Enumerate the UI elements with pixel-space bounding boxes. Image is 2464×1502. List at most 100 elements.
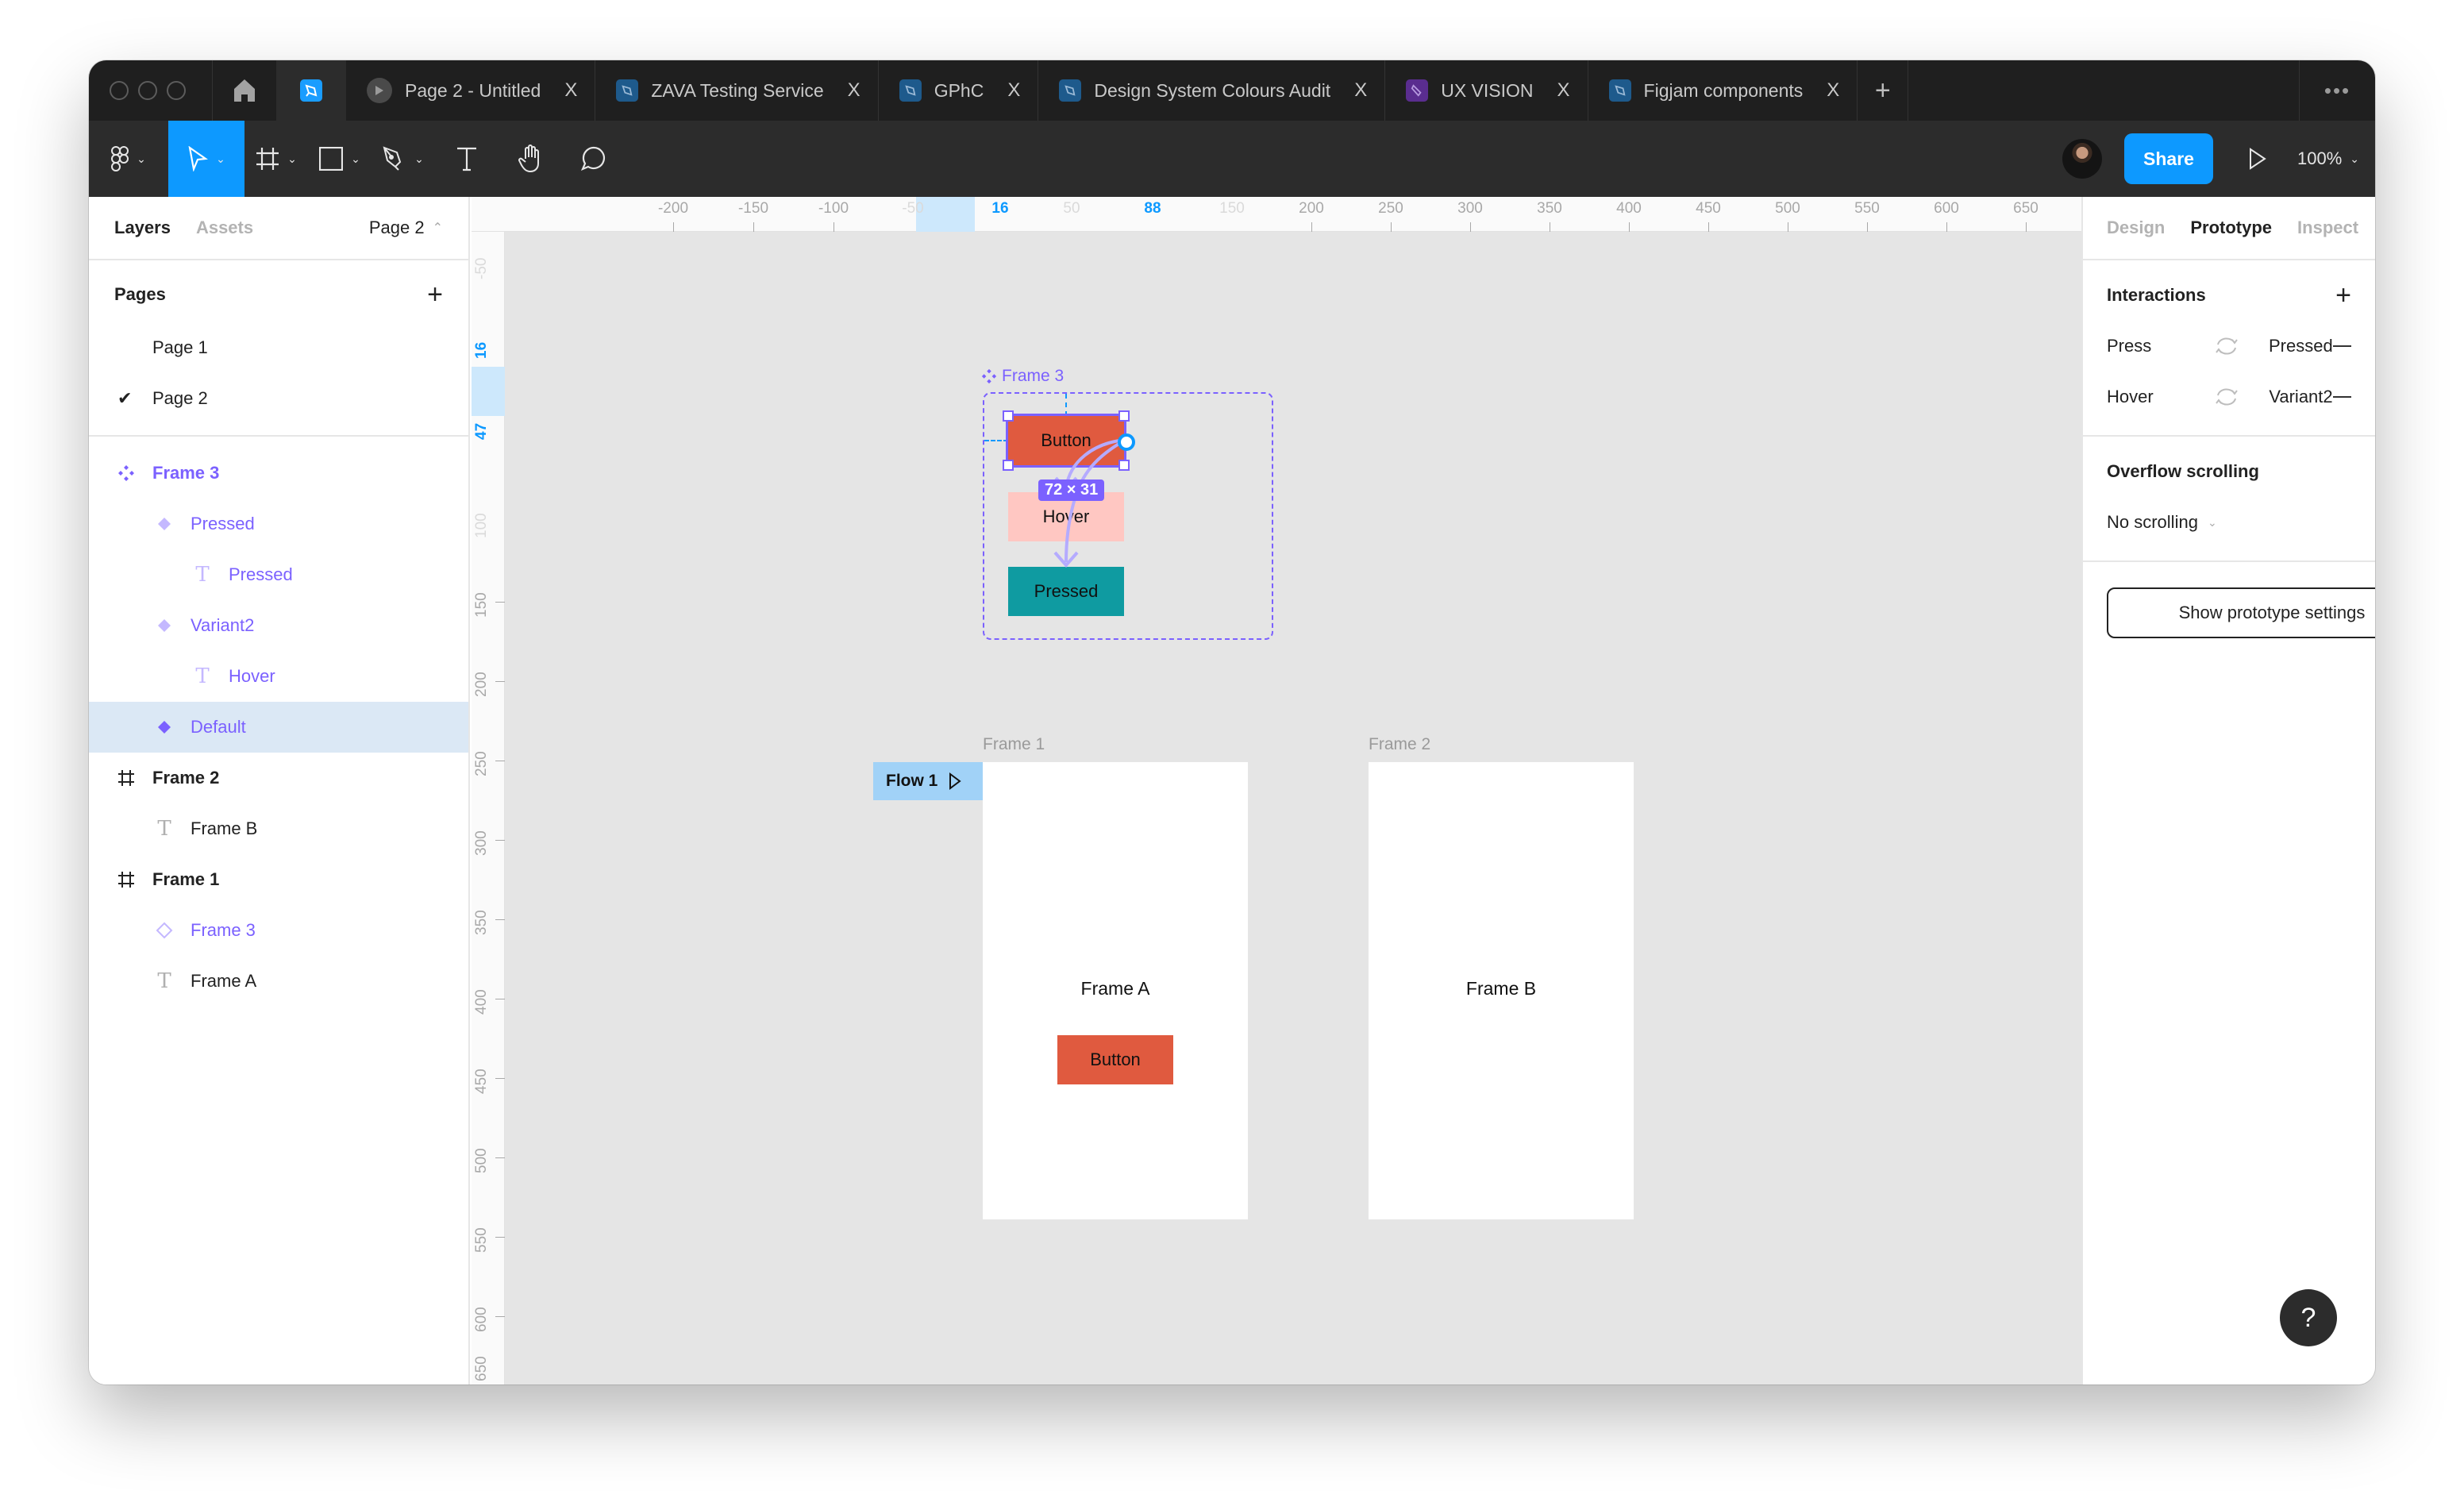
add-interaction-button[interactable]: + — [2335, 280, 2351, 311]
tab-design-system-colours-audit[interactable]: Design System Colours Audit X — [1038, 60, 1386, 121]
show-prototype-settings-button[interactable]: Show prototype settings — [2107, 587, 2375, 638]
tab-inspect[interactable]: Inspect — [2297, 218, 2358, 238]
user-avatar[interactable] — [2062, 139, 2103, 179]
remove-interaction-button[interactable] — [2332, 396, 2351, 398]
page-selector[interactable]: Page 2 ⌃ — [369, 218, 443, 238]
frame-1[interactable]: Frame A Button — [983, 762, 1248, 1219]
ruler-tick — [2026, 222, 2027, 232]
layer-frame-2[interactable]: Frame 2 — [89, 753, 468, 803]
comment-tool-button[interactable] — [562, 121, 626, 197]
shape-tool-button[interactable]: ⌄ — [308, 121, 372, 197]
pen-nib-icon — [383, 146, 402, 171]
tab-layers[interactable]: Layers — [114, 218, 171, 238]
zoom-dropdown[interactable]: 100% ⌄ — [2297, 148, 2359, 169]
layer-label: Frame 3 — [191, 920, 256, 940]
ruler-tick — [1391, 222, 1392, 232]
tab-label: Page 2 - Untitled — [405, 79, 541, 101]
close-tab-icon[interactable]: X — [848, 79, 860, 102]
text-tool-button[interactable] — [435, 121, 499, 197]
checkmark-icon: ✔ — [117, 388, 133, 408]
layer-hover-text[interactable]: T Hover — [89, 651, 468, 702]
main-menu-button[interactable]: ⌄ — [89, 121, 168, 197]
ruler-label: -100 — [818, 200, 849, 217]
ruler-tick — [1311, 222, 1312, 232]
tab-prototype[interactable]: Prototype — [2190, 218, 2272, 238]
move-tool-button[interactable]: ⌄ — [168, 121, 244, 197]
close-tab-icon[interactable]: X — [1354, 79, 1367, 102]
layer-pressed-text[interactable]: T Pressed — [89, 549, 468, 600]
ruler-tick — [753, 222, 754, 232]
interaction-destination[interactable]: Pressed — [2269, 336, 2333, 356]
page-item-page-2[interactable]: ✔ Page 2 — [89, 373, 468, 424]
frame-1-label[interactable]: Frame 1 — [983, 735, 1045, 754]
pen-tool-button[interactable]: ⌄ — [372, 121, 435, 197]
ruler-label: -50 — [902, 200, 924, 217]
ruler-tick — [495, 840, 505, 841]
interaction-trigger[interactable]: Hover — [2107, 387, 2215, 407]
pages-header: Pages + — [89, 267, 468, 322]
ruler-selection-highlight — [472, 367, 505, 416]
tab-label: GPhC — [934, 79, 984, 101]
connection-handle[interactable] — [1118, 433, 1135, 451]
new-tab-button[interactable]: + — [1858, 60, 1909, 121]
present-button[interactable] — [2242, 148, 2273, 170]
home-button[interactable] — [213, 60, 276, 121]
component-set-label[interactable]: Frame 3 — [981, 367, 1064, 386]
tab-figjam-components[interactable]: Figjam components X — [1588, 60, 1858, 121]
current-file-tab[interactable] — [276, 60, 346, 121]
tab-page-2-untitled[interactable]: Page 2 - Untitled X — [346, 60, 596, 121]
frame-tool-button[interactable]: ⌄ — [244, 121, 308, 197]
maximize-window-button[interactable] — [167, 81, 186, 100]
interaction-row[interactable]: Press Pressed — [2107, 321, 2351, 372]
close-window-button[interactable] — [110, 81, 129, 100]
layer-frame-a-text[interactable]: T Frame A — [89, 956, 468, 1007]
canvas[interactable]: Frame 3 Button Hover Pressed 72 × 31 Fra… — [505, 232, 2081, 1385]
figma-file-icon — [1608, 79, 1631, 102]
ruler-tick — [1946, 222, 1947, 232]
tab-gphc[interactable]: GPhC X — [879, 60, 1039, 121]
variant-diamond-icon — [152, 719, 176, 735]
frame-a-button-instance[interactable]: Button — [1057, 1035, 1173, 1084]
hand-tool-button[interactable] — [499, 121, 562, 197]
overflow-dropdown[interactable]: No scrolling ⌄ — [2107, 497, 2351, 548]
layer-pressed-variant[interactable]: Pressed — [89, 499, 468, 549]
page-item-page-1[interactable]: Page 1 — [89, 322, 468, 373]
ruler-label: 600 — [1934, 200, 1959, 217]
ruler-label: 150 — [473, 592, 490, 618]
minimize-window-button[interactable] — [138, 81, 157, 100]
layer-frame-1[interactable]: Frame 1 — [89, 854, 468, 905]
frame-a-text[interactable]: Frame A — [983, 978, 1248, 999]
interaction-row[interactable]: Hover Variant2 — [2107, 372, 2351, 422]
layer-frame-b-text[interactable]: T Frame B — [89, 803, 468, 854]
tab-design[interactable]: Design — [2107, 218, 2165, 238]
help-button[interactable]: ? — [2280, 1289, 2337, 1346]
ruler-tick — [495, 681, 505, 682]
interaction-trigger[interactable]: Press — [2107, 336, 2215, 356]
layer-label: Frame 1 — [152, 869, 220, 889]
ruler-label: 250 — [1378, 200, 1403, 217]
interaction-destination[interactable]: Variant2 — [2269, 387, 2332, 407]
share-button[interactable]: Share — [2124, 133, 2213, 184]
ruler-label: 400 — [473, 989, 490, 1015]
remove-interaction-button[interactable] — [2332, 345, 2351, 347]
close-tab-icon[interactable]: X — [1827, 79, 1839, 102]
tab-label: ZAVA Testing Service — [651, 79, 824, 101]
frame-2-label[interactable]: Frame 2 — [1369, 735, 1430, 754]
flow-starting-point[interactable]: Flow 1 — [873, 762, 983, 800]
add-page-button[interactable]: + — [427, 279, 443, 310]
tab-ux-vision[interactable]: UX VISION X — [1385, 60, 1588, 121]
layer-frame-3-instance[interactable]: Frame 3 — [89, 905, 468, 956]
tab-zava-testing-service[interactable]: ZAVA Testing Service X — [595, 60, 879, 121]
change-to-icon — [2215, 337, 2269, 356]
frame-b-text[interactable]: Frame B — [1369, 978, 1634, 999]
tab-label: UX VISION — [1441, 79, 1534, 101]
close-tab-icon[interactable]: X — [564, 79, 577, 102]
layer-frame-3-component-set[interactable]: Frame 3 — [89, 448, 468, 499]
layer-default-variant[interactable]: Default — [89, 702, 468, 753]
frame-2[interactable]: Frame B — [1369, 762, 1634, 1219]
tab-assets[interactable]: Assets — [196, 218, 253, 238]
close-tab-icon[interactable]: X — [1557, 79, 1570, 102]
more-options-button[interactable]: ••• — [2299, 60, 2375, 121]
close-tab-icon[interactable]: X — [1007, 79, 1020, 102]
layer-variant2[interactable]: Variant2 — [89, 600, 468, 651]
